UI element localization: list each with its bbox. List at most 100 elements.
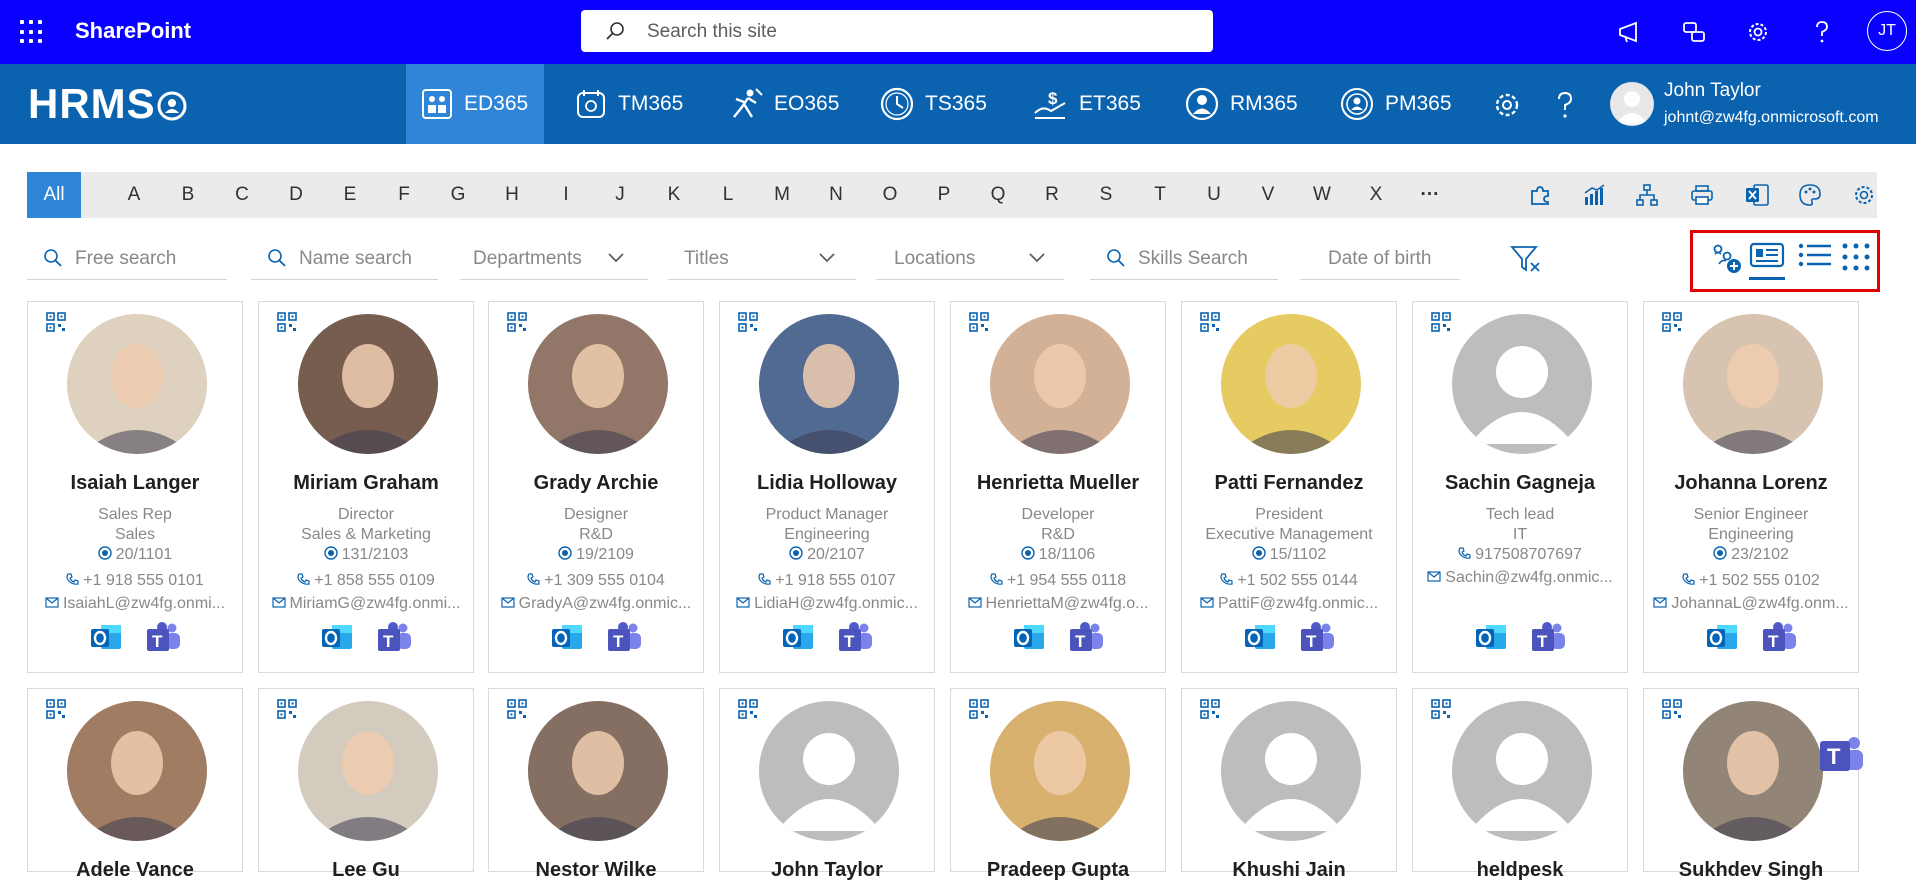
alpha-d[interactable]: D (271, 172, 321, 218)
teams-icon[interactable]: T (1299, 621, 1335, 653)
alpha-n[interactable]: N (811, 172, 861, 218)
qr-code-icon[interactable] (1662, 699, 1682, 719)
employee-phone[interactable]: +1 502 555 0102 (1644, 572, 1858, 590)
alpha-c[interactable]: C (217, 172, 267, 218)
employee-email[interactable]: Sachin@zw4fg.onmic... (1413, 569, 1627, 587)
employee-card[interactable]: heldpesk (1412, 688, 1628, 881)
employee-name[interactable]: Isaiah Langer (28, 472, 242, 495)
employee-photo[interactable] (759, 314, 899, 454)
alpha-p[interactable]: P (919, 172, 969, 218)
outlook-icon[interactable] (781, 621, 815, 653)
tab-pm365[interactable]: PM365 (1325, 64, 1466, 144)
employee-card[interactable]: Adele Vance (27, 688, 243, 881)
employee-name[interactable]: Khushi Jain (1182, 859, 1396, 882)
teams-icon[interactable]: T (145, 621, 181, 653)
employee-name[interactable]: John Taylor (720, 859, 934, 882)
employee-card[interactable]: Sachin Gagneja Tech lead IT 917508707697 … (1412, 301, 1628, 673)
teams-icon[interactable]: T (1761, 621, 1797, 653)
tab-rm365[interactable]: RM365 (1170, 64, 1312, 144)
gear-icon[interactable] (1492, 90, 1522, 120)
qr-code-icon[interactable] (507, 312, 527, 332)
employee-photo[interactable] (528, 701, 668, 841)
help-icon[interactable] (1808, 18, 1836, 46)
employee-card[interactable]: Lidia Holloway Product Manager Engineerin… (719, 301, 935, 673)
employee-name[interactable]: Sukhdev Singh (1644, 859, 1858, 882)
teams-icon[interactable]: T (376, 621, 412, 653)
qr-code-icon[interactable] (1431, 312, 1451, 332)
alpha-h[interactable]: H (487, 172, 537, 218)
employee-name[interactable]: Lidia Holloway (720, 472, 934, 495)
alpha-w[interactable]: W (1297, 172, 1347, 218)
employee-phone[interactable]: +1 954 555 0118 (951, 572, 1165, 590)
qr-code-icon[interactable] (277, 699, 297, 719)
alpha-j[interactable]: J (595, 172, 645, 218)
alpha-o[interactable]: O (865, 172, 915, 218)
alpha-q[interactable]: Q (973, 172, 1023, 218)
employee-email[interactable]: HenriettaM@zw4fg.o... (951, 595, 1165, 613)
org-chart-icon[interactable] (1635, 183, 1659, 207)
employee-email[interactable]: LidiaH@zw4fg.onmic... (720, 595, 934, 613)
excel-icon[interactable] (1744, 183, 1770, 207)
qr-code-icon[interactable] (969, 699, 989, 719)
alpha-k[interactable]: K (649, 172, 699, 218)
employee-phone[interactable]: +1 309 555 0104 (489, 572, 703, 590)
sharepoint-title[interactable]: SharePoint (75, 18, 191, 44)
outlook-icon[interactable] (1474, 621, 1508, 653)
alpha-r[interactable]: R (1027, 172, 1077, 218)
employee-photo[interactable] (67, 701, 207, 841)
employee-name[interactable]: Lee Gu (259, 859, 473, 882)
departments-dropdown[interactable]: Departments (460, 238, 648, 280)
teams-icon[interactable]: T (1068, 621, 1104, 653)
printer-icon[interactable] (1690, 183, 1714, 207)
clear-filter-icon[interactable] (1510, 244, 1542, 274)
employee-card[interactable]: Henrietta Mueller Developer R&D 18/1106 +… (950, 301, 1166, 673)
employee-photo[interactable] (759, 701, 899, 841)
gear-icon[interactable] (1852, 183, 1876, 207)
megaphone-icon[interactable] (1616, 18, 1644, 46)
outlook-icon[interactable] (1243, 621, 1277, 653)
locations-dropdown[interactable]: Locations (876, 238, 1064, 280)
employee-email[interactable]: PattiF@zw4fg.onmic... (1182, 595, 1396, 613)
gear-icon[interactable] (1744, 18, 1772, 46)
alpha-all[interactable]: All (27, 172, 81, 218)
employee-email[interactable]: MiriamG@zw4fg.onmi... (259, 595, 473, 613)
qr-code-icon[interactable] (46, 699, 66, 719)
employee-photo[interactable] (1452, 314, 1592, 454)
qr-code-icon[interactable] (46, 312, 66, 332)
employee-card[interactable]: Sukhdev Singh (1643, 688, 1859, 881)
alpha-x[interactable]: X (1351, 172, 1401, 218)
alpha-m[interactable]: M (757, 172, 807, 218)
teams-icon[interactable]: T (1530, 621, 1566, 653)
employee-photo[interactable] (1452, 701, 1592, 841)
alpha-e[interactable]: E (325, 172, 375, 218)
employee-photo[interactable] (1683, 314, 1823, 454)
qr-code-icon[interactable] (1662, 312, 1682, 332)
alpha-l[interactable]: L (703, 172, 753, 218)
qr-code-icon[interactable] (738, 699, 758, 719)
tab-tm365[interactable]: TM365 (560, 64, 697, 144)
employee-card[interactable]: Nestor Wilke (488, 688, 704, 881)
employee-phone[interactable]: +1 858 555 0109 (259, 572, 473, 590)
employee-photo[interactable] (1221, 701, 1361, 841)
employee-name[interactable]: Patti Fernandez (1182, 472, 1396, 495)
tab-ts365[interactable]: TS365 (865, 64, 1001, 144)
qr-code-icon[interactable] (1200, 699, 1220, 719)
teams-icon[interactable]: T (606, 621, 642, 653)
employee-photo[interactable] (990, 314, 1130, 454)
employee-name[interactable]: Pradeep Gupta (951, 859, 1165, 882)
user-avatar[interactable] (1610, 82, 1654, 126)
employee-phone[interactable]: +1 918 555 0101 (28, 572, 242, 590)
outlook-icon[interactable] (550, 621, 584, 653)
alpha-i[interactable]: I (541, 172, 591, 218)
titles-dropdown[interactable]: Titles (668, 238, 856, 280)
outlook-icon[interactable] (320, 621, 354, 653)
teams-icon[interactable]: T (837, 621, 873, 653)
qr-code-icon[interactable] (507, 699, 527, 719)
employee-card[interactable]: Patti Fernandez President Executive Manag… (1181, 301, 1397, 673)
employee-photo[interactable] (1221, 314, 1361, 454)
employee-photo[interactable] (298, 701, 438, 841)
employee-phone[interactable]: 917508707697 (1413, 546, 1627, 564)
employee-phone[interactable]: +1 502 555 0144 (1182, 572, 1396, 590)
qr-code-icon[interactable] (1200, 312, 1220, 332)
employee-name[interactable]: Nestor Wilke (489, 859, 703, 882)
